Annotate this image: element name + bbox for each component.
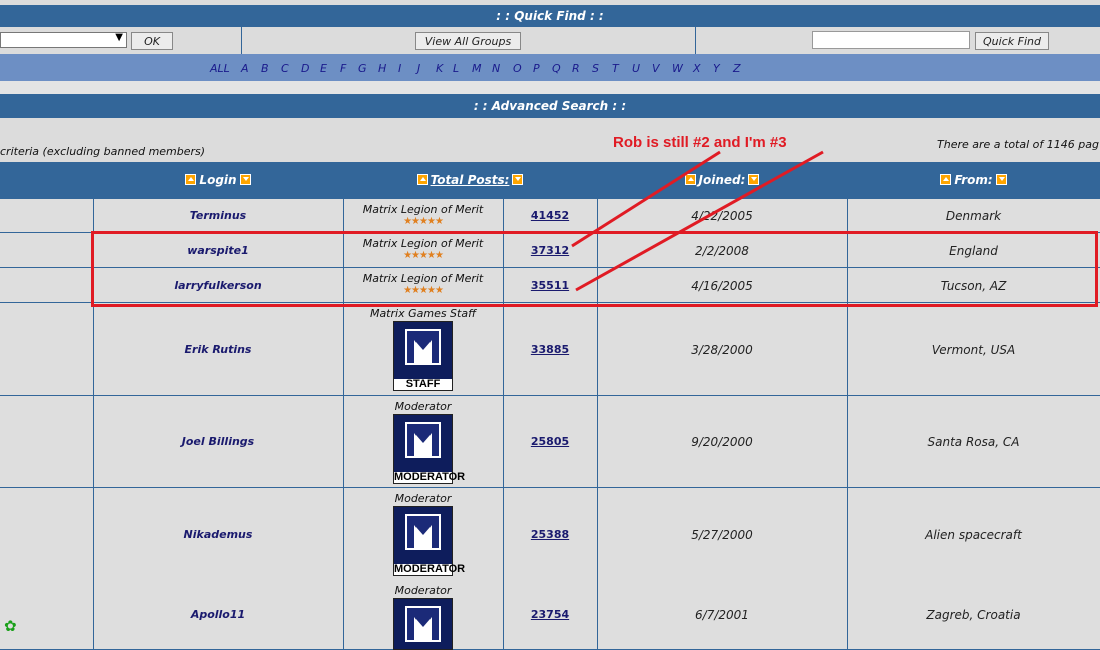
- annotation-arrows: [571, 150, 824, 292]
- clover-icon: ✿: [4, 617, 17, 635]
- annotation-arrow: [571, 150, 721, 248]
